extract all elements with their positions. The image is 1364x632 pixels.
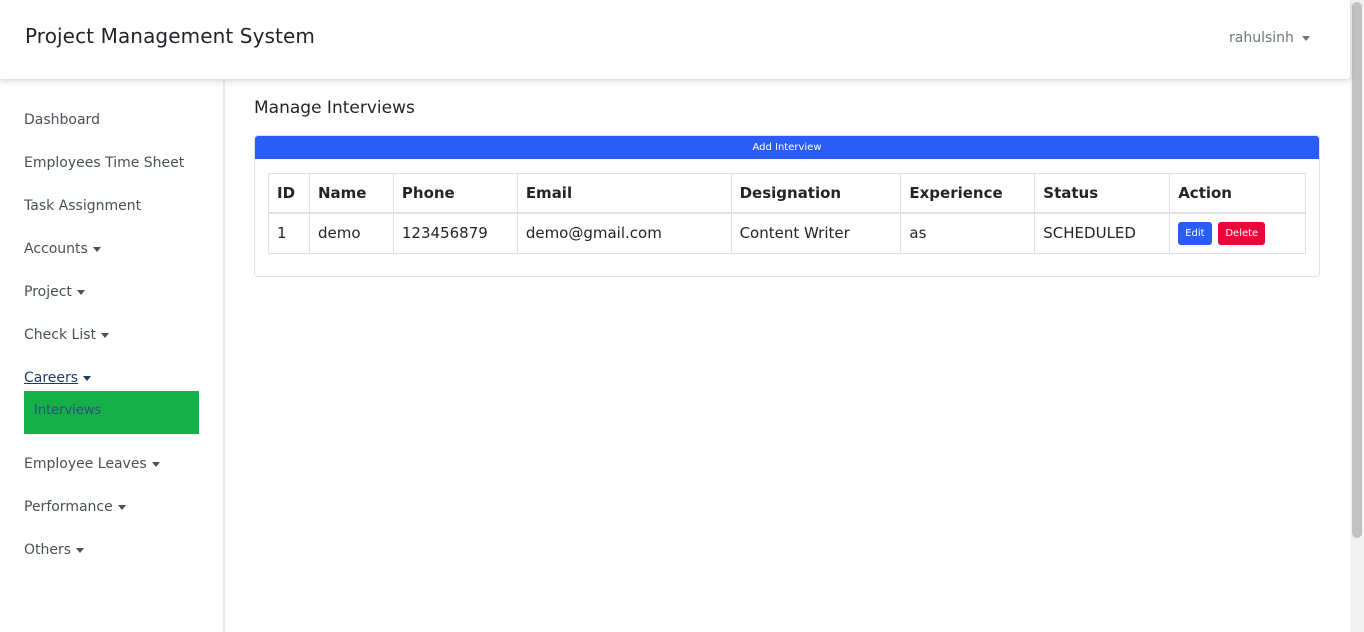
column-header-email: Email (516, 173, 732, 214)
caret-down-icon (83, 375, 92, 381)
sidebar-item-task-assignment[interactable]: Task Assignment (24, 198, 141, 214)
cell-experience: as (900, 212, 1036, 254)
sidebar-item-project[interactable]: Project (24, 284, 85, 300)
cell-status: SCHEDULED (1034, 212, 1171, 254)
add-interview-button[interactable]: Add Interview (255, 136, 1319, 159)
cell-phone: 123456879 (392, 212, 518, 254)
edit-button[interactable]: Edit (1178, 221, 1212, 245)
caret-down-icon (92, 246, 101, 252)
sidebar: Dashboard Employees Time Sheet Task Assi… (0, 79, 225, 632)
table-header-row: ID Name Phone Email Designation Experien… (268, 173, 1306, 214)
sidebar-item-employees-time-sheet[interactable]: Employees Time Sheet (24, 155, 184, 171)
caret-down-icon (101, 332, 109, 338)
user-dropdown[interactable]: rahulsinh (1229, 30, 1310, 46)
sidebar-item-label: Employee Leaves (24, 456, 147, 472)
sidebar-item-check-list[interactable]: Check List (24, 327, 109, 343)
top-navbar: Project Management System rahulsinh (0, 0, 1350, 79)
brand-title[interactable]: Project Management System (25, 24, 315, 48)
caret-down-icon (151, 461, 160, 467)
cell-name: demo (308, 212, 394, 254)
column-header-name: Name (308, 173, 394, 214)
sidebar-item-accounts[interactable]: Accounts (24, 241, 101, 257)
column-header-action: Action (1169, 173, 1306, 214)
chevron-down-icon (1301, 35, 1310, 41)
page-title: Manage Interviews (254, 98, 415, 118)
table-row: 1 demo 123456879 demo@gmail.com Content … (268, 212, 1306, 254)
sidebar-item-dashboard[interactable]: Dashboard (24, 112, 100, 128)
sidebar-item-others[interactable]: Others (24, 542, 85, 558)
submenu-item-interviews[interactable]: Interviews (34, 403, 101, 418)
sidebar-item-label: Check List (24, 327, 96, 343)
sidebar-item-label: Others (24, 542, 72, 558)
cell-id: 1 (268, 212, 310, 254)
caret-down-icon (117, 504, 126, 510)
sidebar-item-label: Project (24, 284, 72, 300)
caret-down-icon (76, 547, 85, 553)
column-header-status: Status (1034, 173, 1171, 214)
sidebar-item-label: Employees Time Sheet (24, 155, 185, 171)
careers-submenu: Interviews (24, 391, 199, 434)
cell-actions: Edit Delete (1169, 212, 1306, 254)
column-header-id: ID (268, 173, 310, 214)
sidebar-item-label: Task Assignment (24, 198, 142, 214)
sidebar-item-employee-leaves[interactable]: Employee Leaves (24, 456, 160, 472)
sidebar-item-label: Careers (24, 370, 79, 386)
interviews-table: ID Name Phone Email Designation Experien… (268, 173, 1306, 254)
scrollbar-thumb[interactable] (1352, 2, 1362, 538)
sidebar-item-performance[interactable]: Performance (24, 499, 126, 515)
caret-down-icon (76, 289, 85, 295)
interviews-panel: Add Interview ID Name Phone Email Design… (254, 135, 1320, 277)
user-name: rahulsinh (1229, 30, 1294, 46)
column-header-designation: Designation (730, 173, 902, 214)
column-header-experience: Experience (900, 173, 1036, 214)
sidebar-item-label: Dashboard (24, 112, 100, 128)
sidebar-item-label: Accounts (24, 241, 88, 257)
delete-button[interactable]: Delete (1218, 221, 1266, 245)
sidebar-item-careers[interactable]: Careers (24, 370, 92, 386)
cell-designation: Content Writer (730, 212, 902, 254)
sidebar-item-label: Performance (24, 499, 113, 515)
column-header-phone: Phone (392, 173, 518, 214)
cell-email: demo@gmail.com (516, 212, 732, 254)
